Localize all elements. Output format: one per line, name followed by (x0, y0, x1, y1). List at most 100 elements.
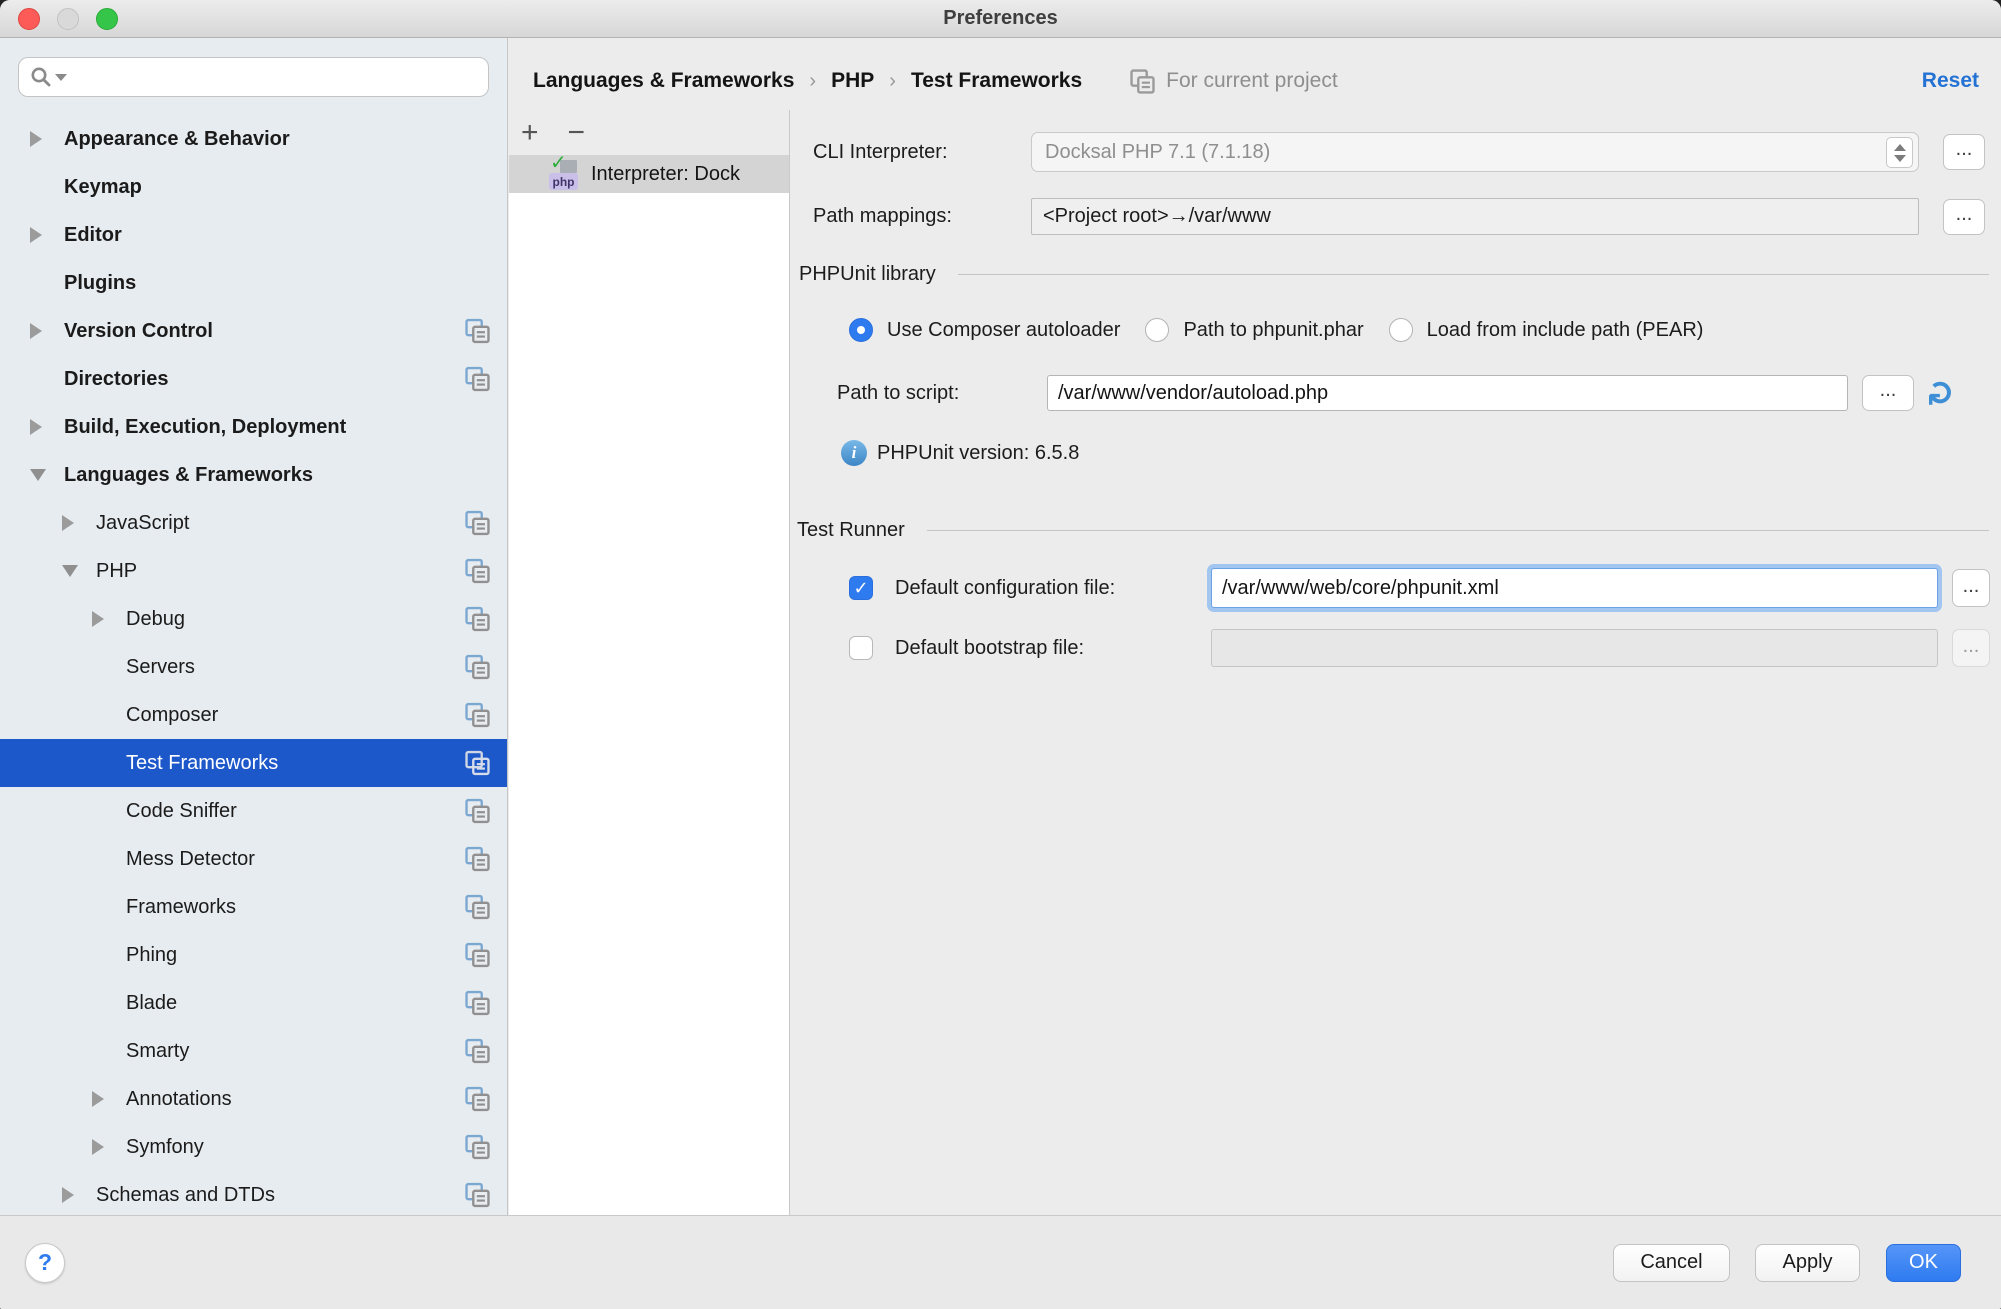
sidebar-item-php[interactable]: PHP (0, 547, 507, 595)
shared-settings-icon (464, 846, 491, 873)
sidebar-item-languages-frameworks[interactable]: Languages & Frameworks (0, 451, 507, 499)
sidebar-item-version-control[interactable]: Version Control (0, 307, 507, 355)
interpreter-item-label: Interpreter: Dock (591, 163, 740, 186)
breadcrumb-segment-test-frameworks[interactable]: Test Frameworks (911, 69, 1082, 93)
cli-interpreter-combobox[interactable]: Docksal PHP 7.1 (7.1.18) (1031, 132, 1919, 172)
shared-settings-icon (464, 654, 491, 681)
chevron-right-icon[interactable] (30, 419, 42, 435)
sidebar-item-smarty[interactable]: Smarty (0, 1027, 507, 1075)
combobox-stepper-icon[interactable] (1886, 137, 1913, 168)
chevron-right-icon[interactable] (92, 1139, 104, 1155)
settings-tree: Appearance & BehaviorKeymap Editor Plugins… (0, 115, 507, 1215)
scope-indicator: For current project (1129, 68, 1338, 95)
path-to-script-input[interactable] (1047, 375, 1848, 411)
radio-label: Load from include path (PEAR) (1427, 319, 1704, 342)
default-configuration-browse-button[interactable]: ... (1952, 569, 1990, 607)
radio-button[interactable] (1389, 318, 1413, 342)
shared-settings-icon (464, 990, 491, 1017)
search-icon (29, 65, 53, 89)
default-configuration-checkbox[interactable]: ✓ (849, 576, 873, 600)
path-mappings-field[interactable]: <Project root>→/var/www (1031, 198, 1919, 235)
interpreter-list-item[interactable]: ✓ php Interpreter: Dock (509, 155, 789, 193)
radio-option-use-composer-autoloader[interactable]: Use Composer autoloader (849, 318, 1120, 342)
sidebar-item-servers[interactable]: Servers (0, 643, 507, 691)
cli-interpreter-browse-button[interactable]: ... (1943, 134, 1985, 170)
sidebar-item-directories[interactable]: Directories (0, 355, 507, 403)
chevron-right-icon[interactable] (30, 131, 42, 147)
sidebar-item-label: Code Sniffer (126, 800, 237, 823)
chevron-right-icon[interactable] (30, 323, 42, 339)
chevron-right-icon[interactable] (92, 1091, 104, 1107)
chevron-right-icon[interactable] (62, 1187, 74, 1203)
chevron-right-icon[interactable] (92, 611, 104, 627)
path-to-script-browse-button[interactable]: ... (1862, 375, 1914, 411)
sidebar-item-code-sniffer[interactable]: Code Sniffer (0, 787, 507, 835)
search-options-icon[interactable] (55, 74, 67, 81)
window-title: Preferences (0, 7, 2001, 30)
chevron-down-icon[interactable] (62, 565, 78, 577)
sidebar-item-test-frameworks[interactable]: Test Frameworks (0, 739, 507, 787)
default-bootstrap-browse-button: ... (1952, 629, 1990, 667)
sidebar-item-editor[interactable]: Editor (0, 211, 507, 259)
sidebar-item-appearance-behavior[interactable]: Appearance & Behavior (0, 115, 507, 163)
sidebar-item-blade[interactable]: Blade (0, 979, 507, 1027)
radio-button[interactable] (1145, 318, 1169, 342)
path-mappings-browse-button[interactable]: ... (1943, 199, 1985, 235)
sidebar-item-label: Composer (126, 704, 218, 727)
sidebar-item-label: Test Frameworks (126, 752, 278, 775)
default-configuration-input[interactable] (1211, 568, 1938, 608)
shared-settings-icon (464, 1038, 491, 1065)
ok-button[interactable]: OK (1886, 1244, 1961, 1282)
add-interpreter-button[interactable]: + (521, 118, 539, 148)
section-divider (958, 274, 1989, 275)
sidebar-item-keymap[interactable]: Keymap (0, 163, 507, 211)
sidebar-item-annotations[interactable]: Annotations (0, 1075, 507, 1123)
search-input[interactable] (73, 66, 478, 88)
reset-link[interactable]: Reset (1922, 69, 1979, 93)
help-button[interactable]: ? (25, 1243, 65, 1283)
sidebar-item-build-execution-deployment[interactable]: Build, Execution, Deployment (0, 403, 507, 451)
sidebar-item-phing[interactable]: Phing (0, 931, 507, 979)
sidebar-item-symfony[interactable]: Symfony (0, 1123, 507, 1171)
content-header: Languages & Frameworks › PHP › Test Fram… (509, 38, 2001, 110)
shared-settings-icon (464, 1134, 491, 1161)
settings-search[interactable] (18, 57, 489, 97)
shared-settings-icon (1129, 68, 1156, 95)
sidebar-item-composer[interactable]: Composer (0, 691, 507, 739)
sidebar-item-plugins[interactable]: Plugins (0, 259, 507, 307)
radio-label: Use Composer autoloader (887, 319, 1120, 342)
phpunit-library-radio-group: Use Composer autoloader Path to phpunit.p… (849, 316, 2001, 344)
breadcrumb-segment-languages-frameworks[interactable]: Languages & Frameworks (533, 69, 794, 93)
sidebar-item-label: Build, Execution, Deployment (64, 416, 346, 439)
radio-button[interactable] (849, 318, 873, 342)
shared-settings-icon (464, 702, 491, 729)
breadcrumb-separator: › (889, 70, 896, 93)
sidebar-item-schemas-and-dtds[interactable]: Schemas and DTDs (0, 1171, 507, 1215)
sidebar-item-debug[interactable]: Debug (0, 595, 507, 643)
shared-settings-icon (464, 1182, 491, 1209)
breadcrumb-segment-php[interactable]: PHP (831, 69, 874, 93)
apply-button[interactable]: Apply (1755, 1244, 1860, 1282)
cancel-button[interactable]: Cancel (1613, 1244, 1730, 1282)
sidebar-item-frameworks[interactable]: Frameworks (0, 883, 507, 931)
reload-phpunit-icon[interactable]: ↻ (1927, 377, 1957, 410)
sidebar-item-label: Mess Detector (126, 848, 255, 871)
radio-option-load-from-include-path-pear[interactable]: Load from include path (PEAR) (1389, 318, 1704, 342)
info-icon: i (841, 440, 867, 466)
sidebar-item-label: Phing (126, 944, 177, 967)
shared-settings-icon (464, 894, 491, 921)
sidebar-item-javascript[interactable]: JavaScript (0, 499, 507, 547)
radio-option-path-to-phpunit-phar[interactable]: Path to phpunit.phar (1145, 318, 1363, 342)
default-bootstrap-checkbox[interactable] (849, 636, 873, 660)
sidebar-item-mess-detector[interactable]: Mess Detector (0, 835, 507, 883)
php-interpreter-icon: ✓ php (549, 157, 583, 191)
sidebar-item-label: Directories (64, 368, 169, 391)
chevron-right-icon[interactable] (62, 515, 74, 531)
sidebar-item-label: Servers (126, 656, 195, 679)
sidebar-item-label: Editor (64, 224, 122, 247)
sidebar-item-label: Languages & Frameworks (64, 464, 313, 487)
chevron-down-icon[interactable] (30, 469, 46, 481)
remove-interpreter-button[interactable]: − (568, 118, 586, 148)
chevron-right-icon[interactable] (30, 227, 42, 243)
phpunit-version-text: PHPUnit version: 6.5.8 (877, 442, 1079, 465)
